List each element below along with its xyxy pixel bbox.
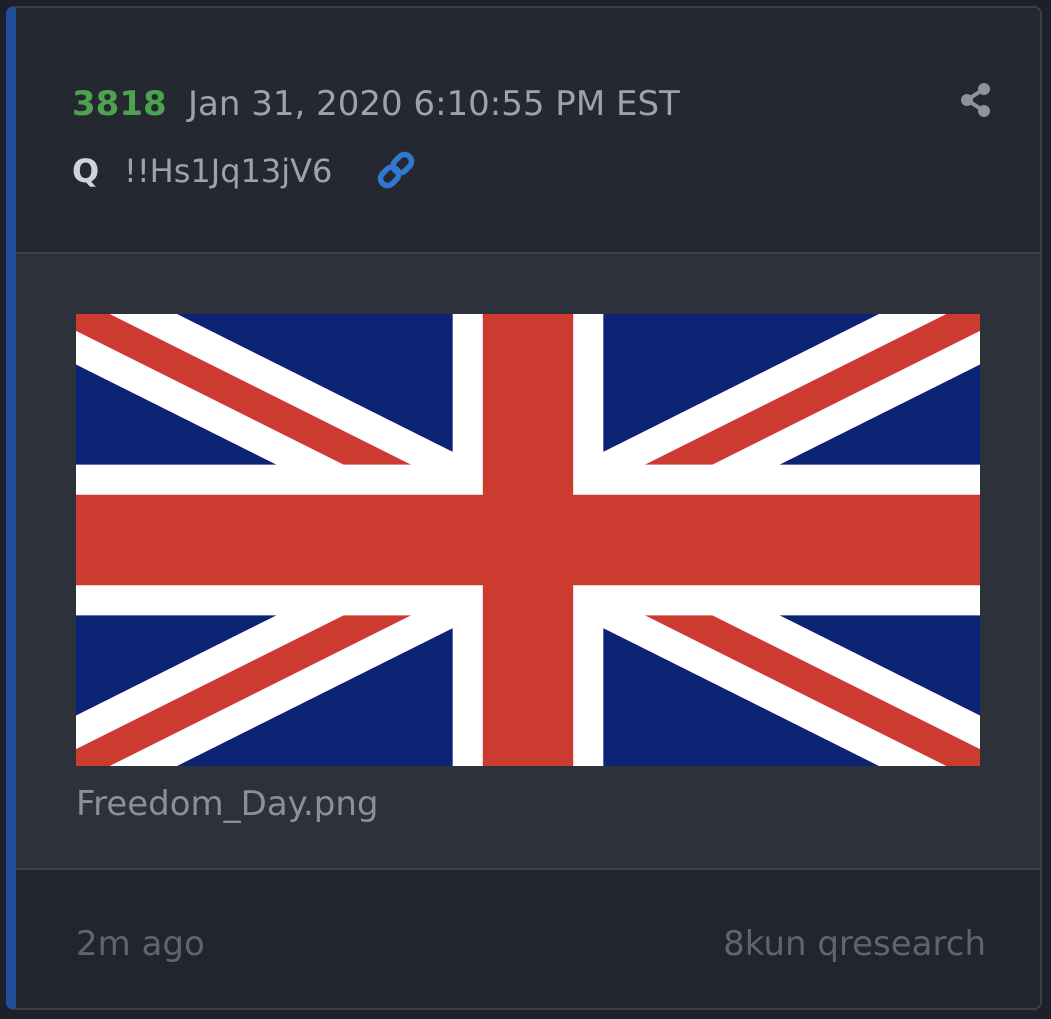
post-age: 2m ago bbox=[76, 924, 205, 964]
link-icon[interactable] bbox=[374, 148, 418, 192]
post-card: 3818 Jan 31, 2020 6:10:55 PM EST Q !!Hs1… bbox=[6, 6, 1042, 1010]
post-header: 3818 Jan 31, 2020 6:10:55 PM EST Q !!Hs1… bbox=[16, 8, 1040, 254]
share-icon[interactable] bbox=[956, 80, 996, 120]
post-number[interactable]: 3818 bbox=[72, 84, 167, 124]
post-body: Freedom_Day.png bbox=[16, 254, 1040, 870]
post-timestamp: Jan 31, 2020 6:10:55 PM EST bbox=[188, 84, 680, 124]
post-footer: 2m ago 8kun qresearch bbox=[16, 870, 1040, 1008]
attachment-filename[interactable]: Freedom_Day.png bbox=[76, 784, 378, 824]
author-name: Q bbox=[72, 152, 100, 190]
post-source[interactable]: 8kun qresearch bbox=[723, 924, 986, 964]
tripcode: !!Hs1Jq13jV6 bbox=[124, 152, 333, 190]
union-jack-image[interactable] bbox=[76, 314, 980, 766]
